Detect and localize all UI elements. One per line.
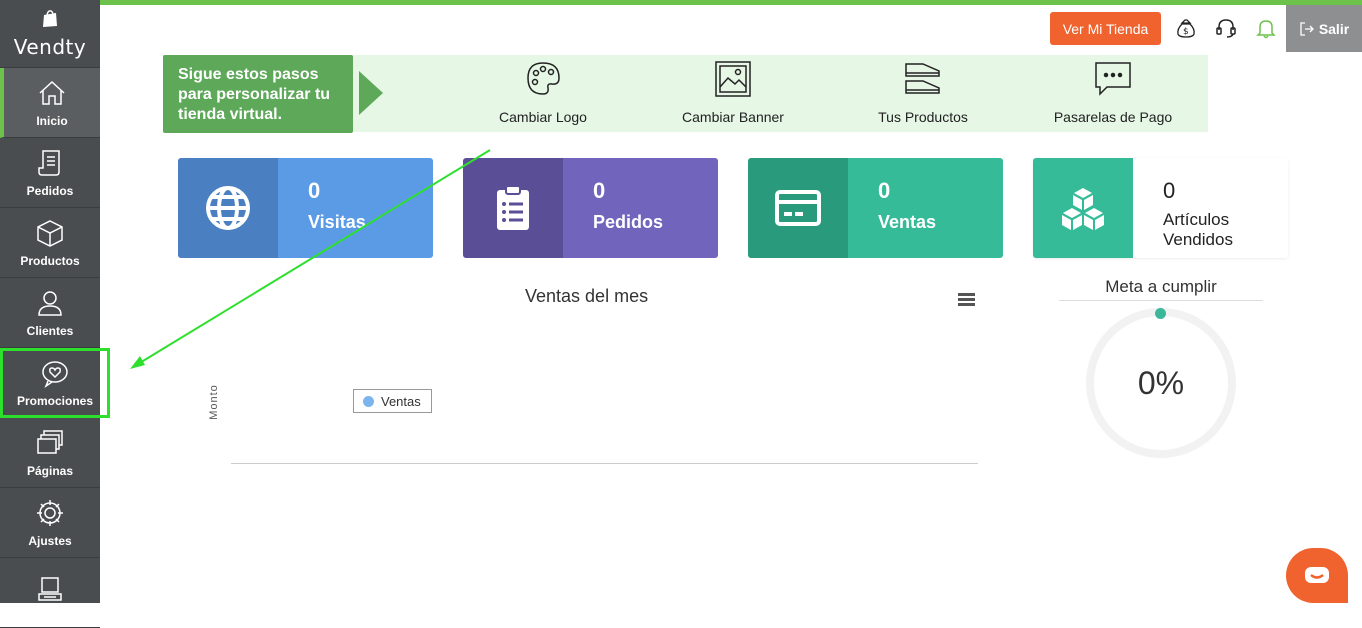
step-pasarelas-de-pago[interactable]: Pasarelas de Pago [1033, 55, 1193, 132]
card-label: Ventas [878, 212, 937, 232]
legend-dot [363, 395, 374, 407]
steps-arrow [359, 71, 383, 115]
card-value: 0 [308, 178, 321, 203]
sidebar-item-pedidos[interactable]: Pedidos [0, 138, 100, 208]
card-text: 0 Ventas [848, 158, 1003, 258]
step-label: Tus Productos [878, 109, 968, 125]
globe-icon [206, 186, 250, 230]
receipt-icon [38, 149, 60, 176]
card-label: Pedidos [593, 212, 664, 232]
chart-title: Ventas del mes [525, 286, 649, 306]
stat-card-pedidos[interactable]: 0 Pedidos [463, 158, 718, 258]
step-label: Cambiar Banner [682, 109, 784, 125]
svg-text:$: $ [1183, 27, 1189, 37]
card-value: 0 [1163, 178, 1176, 203]
card-icon-box [463, 158, 563, 258]
sidebar-item-pos[interactable] [0, 558, 100, 628]
brand-name: Vendty [13, 34, 87, 59]
sidebar: Vendty Inicio Pedidos Productos Clientes… [0, 0, 110, 628]
card-text: 0 Artículos Vendidos [1133, 158, 1288, 258]
card-icon-box [748, 158, 848, 258]
credit-card-icon [775, 190, 821, 226]
ver-mi-tienda-button[interactable]: Ver Mi Tienda [1050, 12, 1161, 45]
shopping-bag-icon [40, 9, 60, 33]
pages-icon [37, 429, 63, 454]
cubes-icon [1062, 188, 1104, 230]
step-label: Pasarelas de Pago [1053, 109, 1173, 125]
steps-title: Sigue estos pasos para personalizar tu t… [163, 55, 353, 133]
sidebar-item-label: Ajustes [28, 533, 72, 548]
bell-icon[interactable] [1255, 17, 1277, 39]
card-label: Artículos Vendidos [1163, 210, 1233, 249]
logout-icon [1300, 21, 1314, 36]
card-value: 0 [593, 178, 606, 203]
legend-label: Ventas [381, 393, 421, 409]
step-label: Cambiar Logo [499, 109, 587, 125]
palette-icon [527, 62, 560, 95]
vendty-logo[interactable]: Vendty [0, 0, 100, 68]
user-icon [38, 290, 62, 316]
money-bag-icon[interactable]: $ [1175, 17, 1197, 39]
goal-title: Meta a cumplir [1059, 277, 1263, 301]
sidebar-item-clientes[interactable]: Clientes [0, 278, 100, 348]
chart-legend[interactable]: Ventas [353, 389, 432, 413]
logout-button[interactable]: Salir [1286, 5, 1362, 52]
step-tus-productos[interactable]: Tus Productos [843, 55, 1003, 132]
chart-x-axis-line [231, 463, 978, 464]
card-value: 0 [878, 178, 891, 203]
card-label: Visitas [308, 212, 366, 232]
goal-value: 0% [1137, 364, 1185, 401]
chat-bubble-icon [1095, 62, 1131, 96]
step-cambiar-banner[interactable]: Cambiar Banner [653, 55, 813, 132]
stat-card-visitas[interactable]: 0 Visitas [178, 158, 433, 258]
top-header: Ver Mi Tienda $ Salir [100, 5, 1362, 52]
card-icon-box [178, 158, 278, 258]
goal-gauge-marker [1155, 308, 1166, 319]
stat-card-ventas[interactable]: 0 Ventas [748, 158, 1003, 258]
computer-icon [38, 576, 62, 601]
sidebar-item-paginas[interactable]: Páginas [0, 418, 100, 488]
stat-card-articulos-vendidos[interactable]: 0 Artículos Vendidos [1033, 158, 1288, 258]
sidebar-item-promociones[interactable]: Promociones [0, 348, 110, 418]
step-cambiar-logo[interactable]: Cambiar Logo [463, 55, 623, 132]
card-text: 0 Visitas [278, 158, 433, 258]
shoes-icon [905, 63, 940, 94]
sidebar-item-label: Pedidos [26, 183, 74, 198]
home-icon [39, 80, 65, 105]
box-icon [37, 219, 63, 247]
chart-y-axis-label: Monto [207, 384, 220, 420]
chart-menu-icon[interactable] [958, 293, 975, 307]
card-text: 0 Pedidos [563, 158, 718, 258]
headset-icon[interactable] [1215, 17, 1237, 39]
sidebar-item-ajustes[interactable]: Ajustes [0, 488, 100, 558]
goal-gauge: 0% [1086, 308, 1236, 458]
sidebar-item-inicio[interactable]: Inicio [0, 68, 100, 138]
clipboard-icon [497, 185, 529, 230]
card-icon-box [1033, 158, 1133, 258]
sidebar-item-label: Promociones [16, 393, 94, 408]
chat-widget-button[interactable] [1286, 548, 1348, 603]
setup-steps-banner: Sigue estos pasos para personalizar tu t… [163, 55, 1208, 133]
sidebar-item-label: Productos [20, 253, 80, 268]
image-icon [715, 61, 751, 97]
sidebar-item-label: Inicio [36, 113, 68, 128]
sidebar-item-label: Clientes [26, 323, 74, 338]
chat-icon [1305, 566, 1329, 583]
gear-icon [37, 499, 63, 526]
heart-chat-icon [42, 360, 68, 388]
logout-label: Salir [1318, 20, 1350, 37]
sidebar-item-productos[interactable]: Productos [0, 208, 100, 278]
sidebar-item-label: Páginas [26, 463, 74, 478]
